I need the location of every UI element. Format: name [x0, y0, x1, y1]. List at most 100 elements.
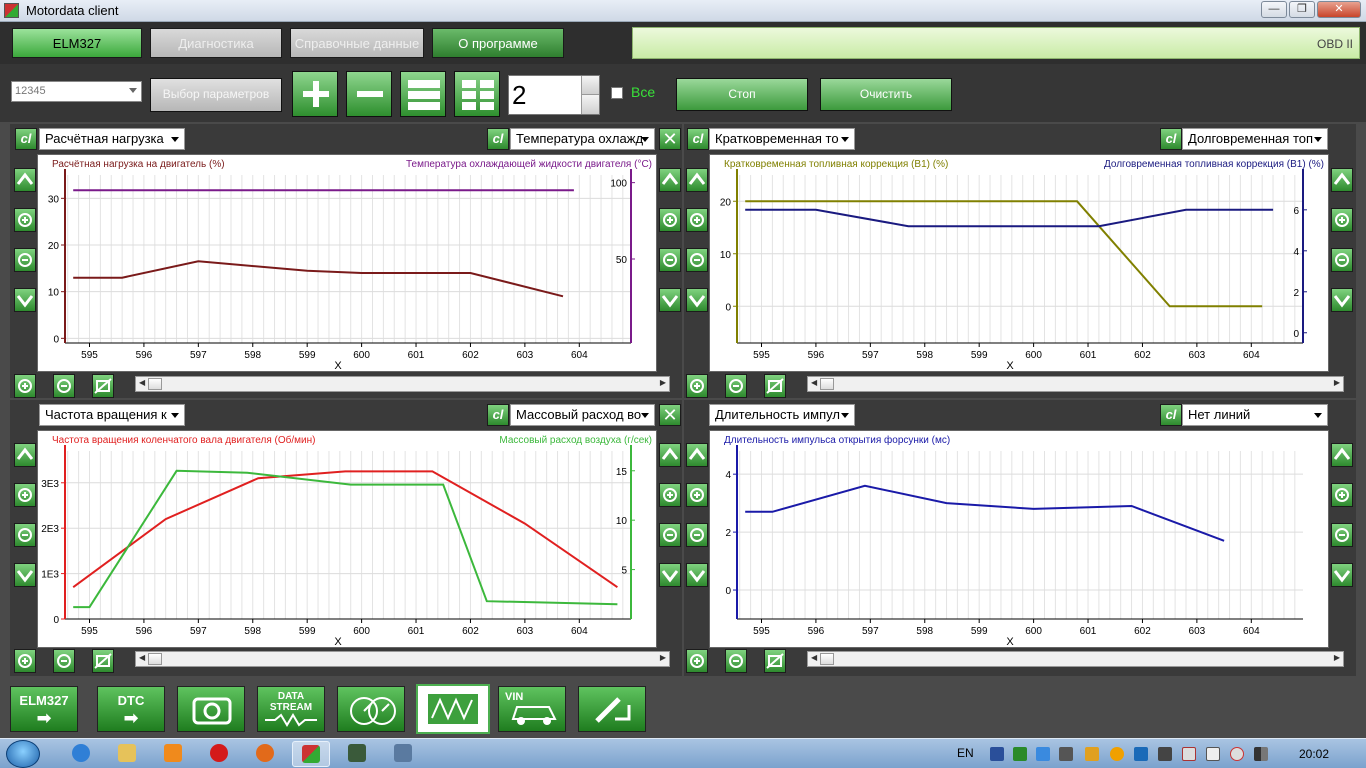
volume-muted-icon[interactable] — [1230, 747, 1244, 761]
panel2-x-zoom-out-button[interactable] — [725, 374, 747, 398]
dock-vin-button[interactable]: VIN — [498, 686, 566, 732]
panel4-right-scroll-up-button[interactable] — [1331, 443, 1353, 467]
panel1-close-button[interactable]: ✕ — [659, 128, 681, 150]
taskbar-explorer[interactable] — [108, 741, 146, 767]
panel1-right-scroll-up-button[interactable] — [659, 168, 681, 192]
stop-button[interactable]: Стоп — [676, 78, 808, 111]
panel3-right-zoom-in-button[interactable] — [659, 483, 681, 507]
panel2-left-zoom-in-button[interactable] — [686, 208, 708, 232]
panel1-x-scrollbar[interactable]: ◀ ▶ — [135, 376, 670, 392]
panel2-x-scrollbar[interactable]: ◀ ▶ — [807, 376, 1344, 392]
panel3-x-scrollbar[interactable]: ◀ ▶ — [135, 651, 670, 667]
panel2-right-scroll-down-button[interactable] — [1331, 288, 1353, 312]
panel3-right-zoom-out-button[interactable] — [659, 523, 681, 547]
panel4-left-param-select[interactable]: Длительность импул — [709, 404, 855, 426]
update-icon[interactable] — [1110, 747, 1124, 761]
panel1-left-clear-button[interactable]: cl — [15, 128, 37, 150]
language-indicator[interactable]: EN — [957, 746, 974, 760]
panel2-right-zoom-in-button[interactable] — [1331, 208, 1353, 232]
signal-icon[interactable] — [1254, 747, 1268, 761]
battery-icon[interactable] — [1206, 747, 1220, 761]
scrollbar-thumb[interactable] — [148, 653, 162, 665]
usb-icon[interactable] — [1158, 747, 1172, 761]
scrollbar-thumb[interactable] — [820, 378, 834, 390]
panel3-x-zoom-out-button[interactable] — [53, 649, 75, 673]
panel4-x-fit-button[interactable] — [764, 649, 786, 673]
panel3-right-scroll-up-button[interactable] — [659, 443, 681, 467]
panel1-x-zoom-in-button[interactable] — [14, 374, 36, 398]
panel1-left-zoom-out-button[interactable] — [14, 248, 36, 272]
panel4-right-clear-button[interactable]: cl — [1160, 404, 1182, 426]
panel1-right-param-select[interactable]: Температура охлажд — [510, 128, 655, 150]
menu-diagnostics[interactable]: Диагностика — [150, 28, 282, 58]
taskbar-app-3[interactable] — [384, 741, 422, 767]
panel1-right-zoom-in-button[interactable] — [659, 208, 681, 232]
panel3-close-button[interactable]: ✕ — [659, 404, 681, 426]
panel1-left-scroll-down-button[interactable] — [14, 288, 36, 312]
panel2-left-scroll-down-button[interactable] — [686, 288, 708, 312]
maximize-button[interactable]: ❐ — [1289, 1, 1315, 18]
spinner-down-button[interactable] — [581, 95, 599, 114]
tray-app-icon[interactable] — [1013, 747, 1027, 761]
layout-grid-button[interactable] — [454, 71, 500, 117]
taskbar-app-2[interactable] — [338, 741, 376, 767]
panel4-left-scroll-up-button[interactable] — [686, 443, 708, 467]
panel3-right-scroll-down-button[interactable] — [659, 563, 681, 587]
spinner-up-button[interactable] — [581, 76, 599, 95]
panel2-left-zoom-out-button[interactable] — [686, 248, 708, 272]
network-icon[interactable] — [1036, 747, 1050, 761]
panel2-right-zoom-out-button[interactable] — [1331, 248, 1353, 272]
dock-elm327-button[interactable]: ELM327 ➡ — [10, 686, 78, 732]
dock-dtc-button[interactable]: DTC ➡ — [97, 686, 165, 732]
panel4-left-zoom-in-button[interactable] — [686, 483, 708, 507]
panel3-x-zoom-in-button[interactable] — [14, 649, 36, 673]
panel2-right-param-select[interactable]: Долговременная топ — [1182, 128, 1328, 150]
menu-reference-data[interactable]: Справочные данные — [290, 28, 424, 58]
taskbar-firefox[interactable] — [246, 741, 284, 767]
panel2-left-scroll-up-button[interactable] — [686, 168, 708, 192]
dock-graph-button[interactable] — [416, 684, 490, 734]
layout-rows-button[interactable] — [400, 71, 446, 117]
clear-button[interactable]: Очистить — [820, 78, 952, 111]
panel4-right-param-select[interactable]: Нет линий — [1182, 404, 1328, 426]
add-chart-button[interactable] — [292, 71, 338, 117]
device-select[interactable]: 12345 — [11, 81, 142, 102]
panel4-right-zoom-in-button[interactable] — [1331, 483, 1353, 507]
all-checkbox[interactable] — [611, 87, 623, 99]
start-button[interactable] — [6, 740, 40, 768]
select-parameters-button[interactable]: Выбор параметров — [150, 78, 282, 112]
panel3-right-param-select[interactable]: Массовый расход во — [510, 404, 655, 426]
panel1-left-scroll-up-button[interactable] — [14, 168, 36, 192]
dock-data-stream-button[interactable]: DATA STREAM — [257, 686, 325, 732]
panel1-x-zoom-out-button[interactable] — [53, 374, 75, 398]
panel2-x-zoom-in-button[interactable] — [686, 374, 708, 398]
panel2-left-clear-button[interactable]: cl — [687, 128, 709, 150]
warning-icon[interactable] — [1085, 747, 1099, 761]
panel3-x-fit-button[interactable] — [92, 649, 114, 673]
panel3-left-zoom-in-button[interactable] — [14, 483, 36, 507]
network-disconnected-icon[interactable] — [1182, 747, 1196, 761]
menu-about[interactable]: О программе — [432, 28, 564, 58]
panel4-right-zoom-out-button[interactable] — [1331, 523, 1353, 547]
rows-count-spinner[interactable]: 2 — [508, 75, 600, 115]
device-icon[interactable] — [1059, 747, 1073, 761]
panel4-x-zoom-out-button[interactable] — [725, 649, 747, 673]
panel3-left-scroll-up-button[interactable] — [14, 443, 36, 467]
menu-elm327[interactable]: ELM327 — [12, 28, 142, 58]
panel3-left-zoom-out-button[interactable] — [14, 523, 36, 547]
bluetooth-icon[interactable] — [990, 747, 1004, 761]
panel4-x-zoom-in-button[interactable] — [686, 649, 708, 673]
panel3-right-clear-button[interactable]: cl — [487, 404, 509, 426]
scrollbar-thumb[interactable] — [148, 378, 162, 390]
panel1-left-param-select[interactable]: Расчётная нагрузка — [39, 128, 185, 150]
panel1-left-zoom-in-button[interactable] — [14, 208, 36, 232]
taskbar-ie[interactable] — [62, 741, 100, 767]
taskbar-motordata[interactable] — [292, 741, 330, 767]
panel1-right-clear-button[interactable]: cl — [487, 128, 509, 150]
panel2-right-scroll-up-button[interactable] — [1331, 168, 1353, 192]
panel4-right-scroll-down-button[interactable] — [1331, 563, 1353, 587]
close-window-button[interactable]: ✕ — [1317, 1, 1361, 18]
dock-gauges-button[interactable] — [337, 686, 405, 732]
dock-snapshot-button[interactable] — [177, 686, 245, 732]
panel4-x-scrollbar[interactable]: ◀ ▶ — [807, 651, 1344, 667]
